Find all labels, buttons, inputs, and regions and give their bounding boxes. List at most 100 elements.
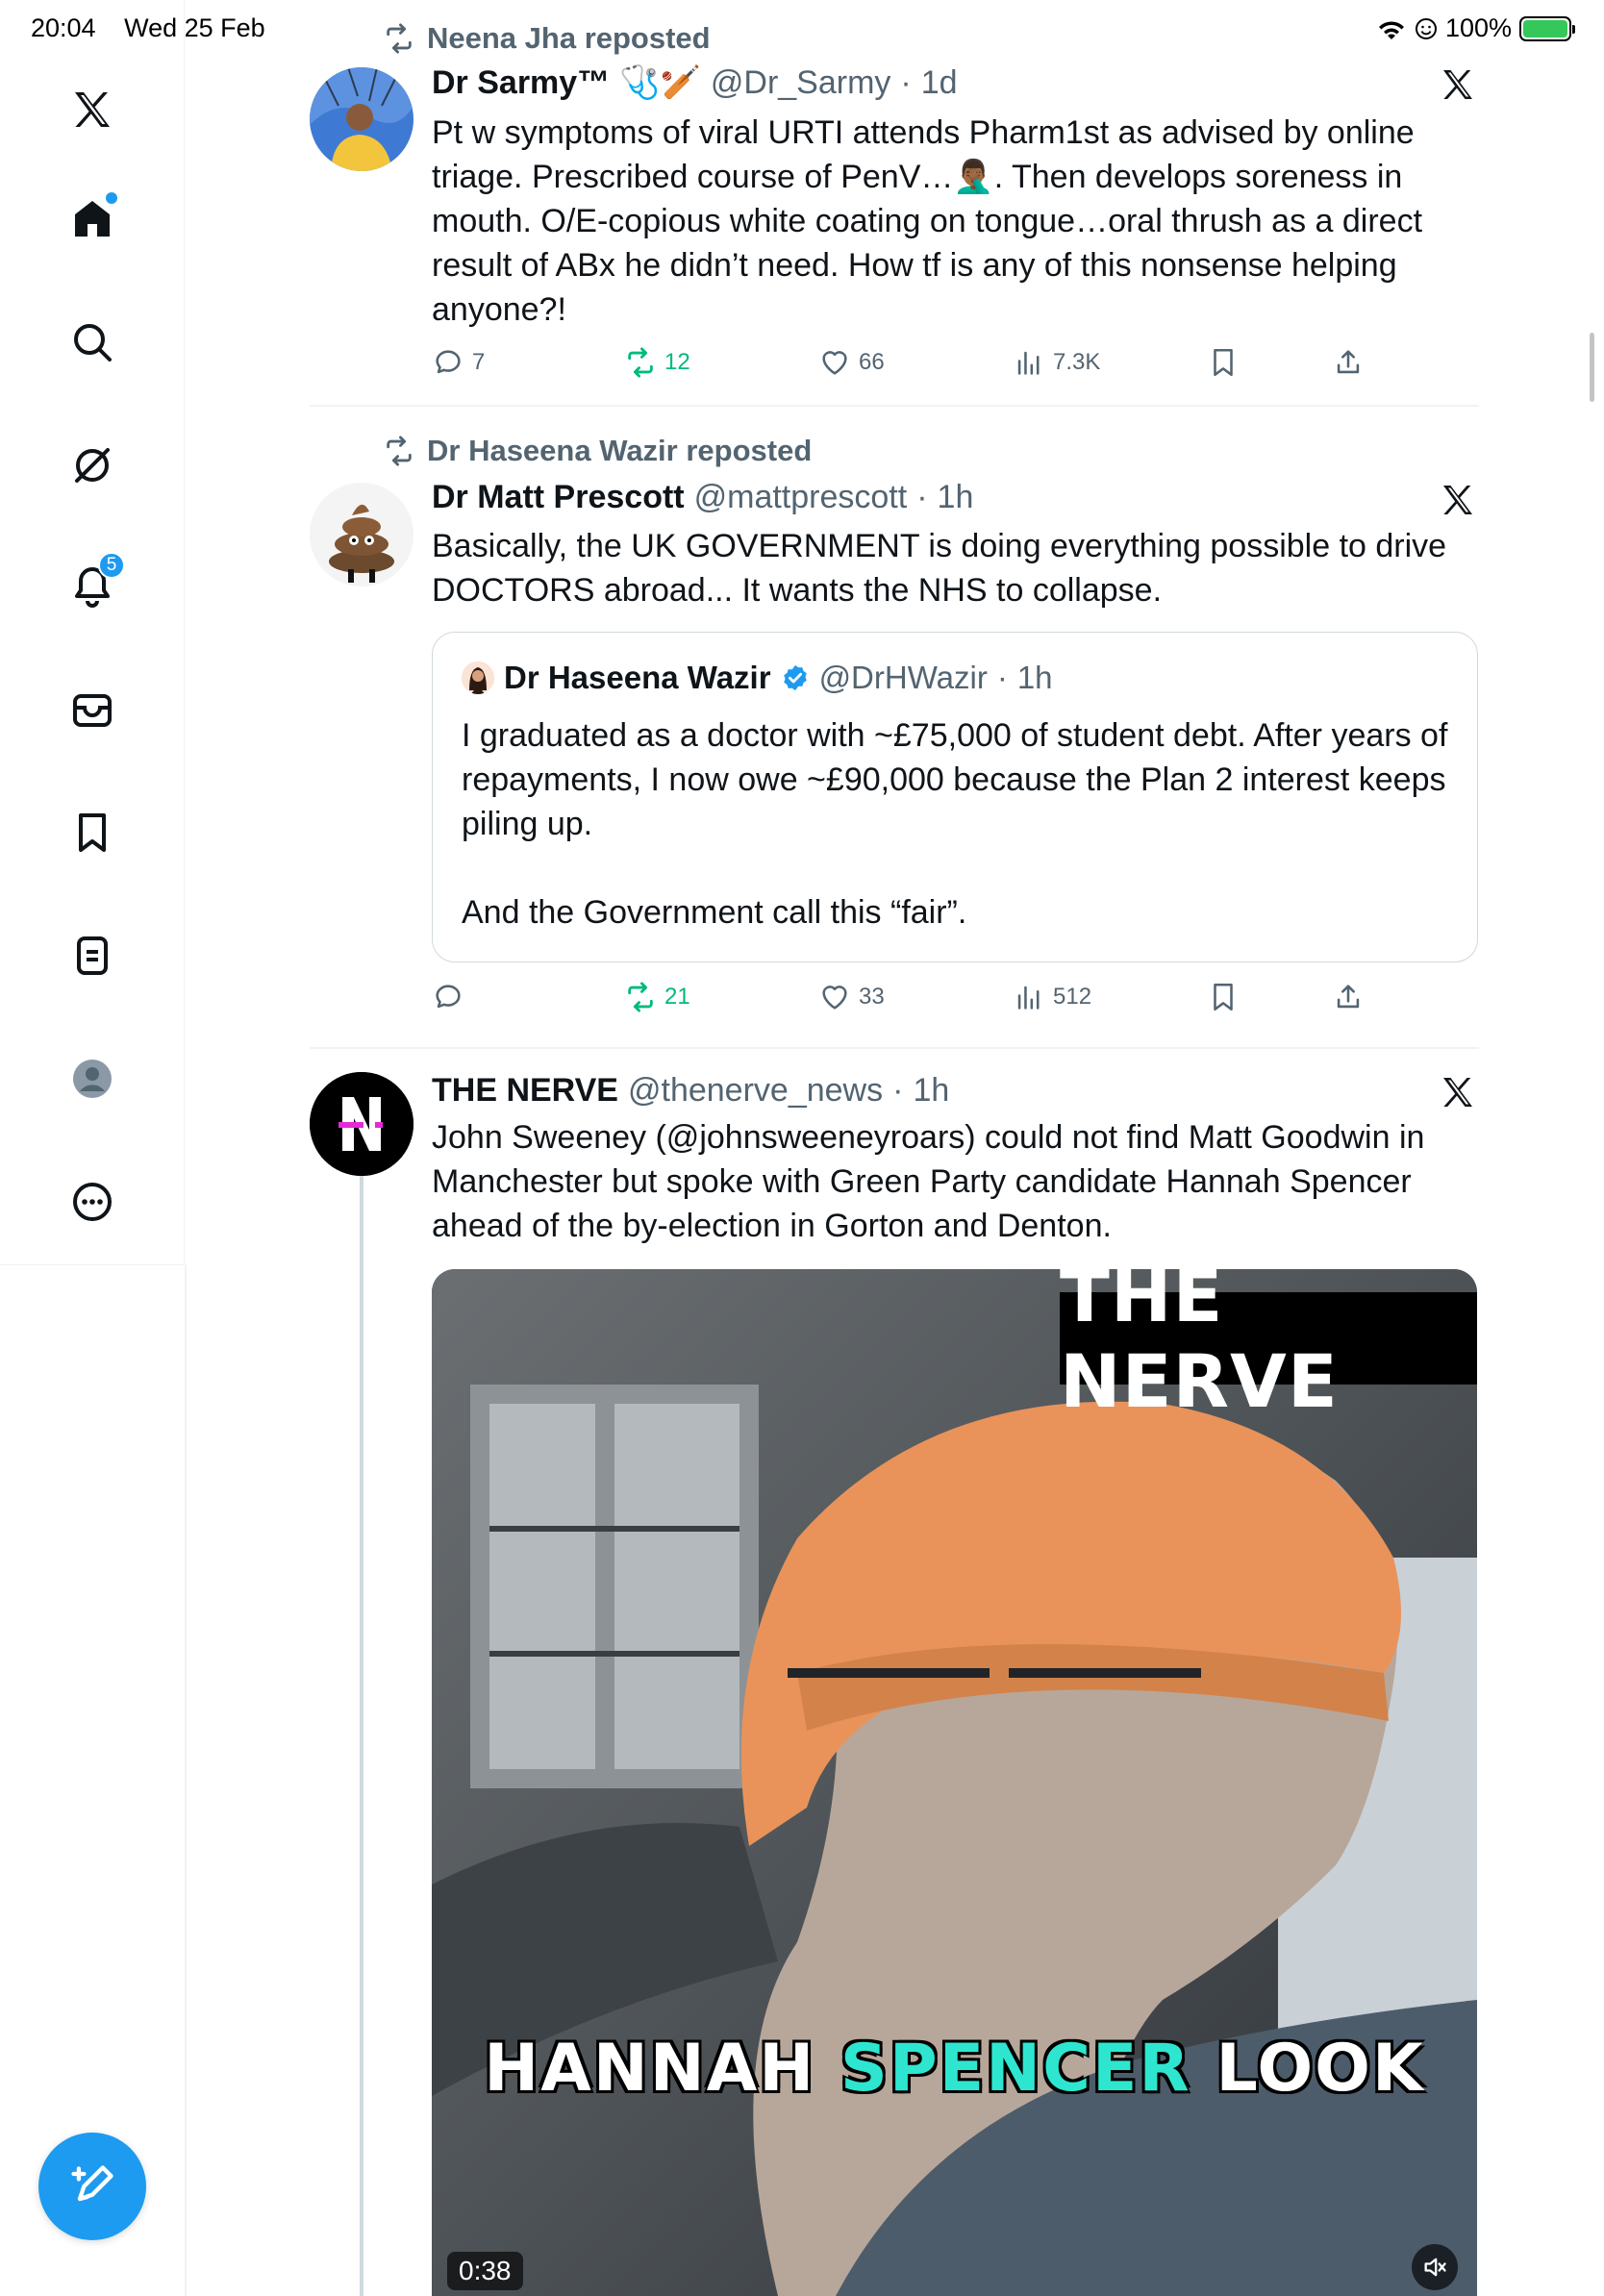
wifi-icon	[1378, 20, 1404, 39]
avatar[interactable]	[310, 1072, 414, 1176]
video-player[interactable]: THE NERVE HANNAH SPENCER LOOK 0:38	[432, 1269, 1477, 2296]
post-text: Basically, the UK GOVERNMENT is doing ev…	[432, 528, 1456, 609]
repost-indicator: Neena Jha reposted	[383, 21, 711, 56]
home-notification-dot	[106, 192, 117, 204]
video-watermark: THE NERVE	[1060, 1269, 1477, 1424]
bookmark-icon	[1214, 348, 1233, 377]
bookmark-button[interactable]	[1207, 981, 1240, 1013]
video-duration: 0:38	[447, 2252, 523, 2290]
reply-button[interactable]	[432, 981, 472, 1013]
repost-icon	[387, 436, 412, 466]
like-button[interactable]: 66	[818, 346, 885, 379]
more-icon[interactable]	[54, 1163, 131, 1240]
lists-icon[interactable]	[54, 917, 131, 994]
share-icon	[1337, 985, 1360, 1009]
views-count: 512	[1053, 984, 1092, 1010]
notifications-bell-icon[interactable]: 5	[54, 548, 131, 625]
quoted-post-time: 1h	[1016, 660, 1053, 695]
heart-icon	[822, 351, 847, 375]
author-name[interactable]: THE NERVE	[432, 1072, 618, 1110]
repost-button[interactable]: 21	[624, 981, 690, 1013]
mute-button[interactable]	[1412, 2244, 1458, 2290]
post-header: Dr Matt Prescott @mattprescott · 1h	[432, 479, 974, 516]
compose-feather-icon	[71, 2165, 113, 2202]
quoted-author-name: Dr Haseena Wazir	[504, 660, 771, 695]
reply-count: 7	[472, 349, 486, 375]
x-logo-icon	[1443, 70, 1472, 99]
views-count: 7.3K	[1053, 349, 1101, 375]
status-bar-right: 100%	[1376, 13, 1575, 43]
repost-label: Dr Haseena Wazir reposted	[427, 434, 813, 467]
thread-line	[360, 1173, 363, 2296]
repost-count: 12	[664, 349, 690, 375]
author-name[interactable]: Dr Sarmy™	[432, 64, 610, 102]
sidebar: 5	[0, 0, 185, 1265]
avatar	[462, 661, 494, 694]
author-name[interactable]: Dr Matt Prescott	[432, 479, 685, 516]
heart-icon	[822, 986, 847, 1010]
repost-count: 21	[664, 984, 690, 1010]
share-button[interactable]	[1332, 981, 1365, 1013]
author-handle[interactable]: @mattprescott	[694, 479, 908, 516]
bookmarks-icon[interactable]	[54, 794, 131, 871]
notifications-badge: 5	[98, 552, 125, 579]
repost-icon	[387, 23, 412, 54]
views-chart-icon	[1017, 986, 1040, 1010]
avatar[interactable]	[310, 67, 414, 171]
avatar[interactable]	[310, 483, 414, 586]
x-logo-icon[interactable]	[54, 71, 131, 148]
like-count: 66	[859, 349, 885, 375]
repost-label: Neena Jha reposted	[427, 21, 711, 55]
post-actions: 7 12 66 7.3K	[432, 346, 1480, 388]
share-button[interactable]	[1332, 346, 1365, 379]
post-time[interactable]: 1d	[921, 64, 958, 102]
post-header: Dr Sarmy™ 🩺🏏 @Dr_Sarmy · 1d	[432, 63, 958, 102]
reply-icon	[436, 985, 461, 1009]
speaker-muted-icon	[1424, 2258, 1446, 2277]
sidebar-divider	[185, 1265, 187, 2296]
quoted-author-handle: @DrHWazir	[818, 660, 988, 695]
views-chart-icon	[1017, 351, 1040, 375]
battery-icon	[1519, 15, 1575, 41]
grok-icon[interactable]	[54, 427, 131, 504]
bookmark-icon	[1214, 983, 1233, 1011]
post-header: THE NERVE @thenerve_news · 1h	[432, 1072, 950, 1110]
messages-icon[interactable]	[54, 671, 131, 748]
post-time[interactable]: 1h	[913, 1072, 949, 1110]
views-button[interactable]: 7.3K	[1013, 346, 1100, 379]
post-time[interactable]: 1h	[938, 479, 974, 516]
battery-percent: 100%	[1444, 13, 1512, 42]
post-actions: 21 33 512	[432, 981, 1480, 1023]
like-button[interactable]: 33	[818, 981, 885, 1013]
search-icon[interactable]	[54, 304, 131, 381]
quoted-post[interactable]: Dr Haseena Wazir @DrHWazir · 1h I gradua…	[432, 632, 1478, 962]
compose-button[interactable]	[38, 2133, 146, 2240]
scroll-indicator[interactable]	[1590, 333, 1594, 402]
home-icon[interactable]	[54, 181, 131, 258]
post-divider	[310, 405, 1479, 407]
reply-button[interactable]: 7	[432, 346, 485, 379]
quoted-post-text: I graduated as a doctor with ~£75,000 of…	[462, 717, 1448, 931]
verified-badge-icon	[783, 664, 807, 691]
x-logo-icon	[1443, 486, 1472, 514]
x-logo-icon	[1443, 1078, 1472, 1107]
views-button[interactable]: 512	[1013, 981, 1091, 1013]
caption-word-3: LOOK	[1216, 2031, 1425, 2107]
video-caption: HANNAH SPENCER LOOK	[432, 2031, 1477, 2107]
share-icon	[1337, 350, 1360, 374]
profile-avatar-icon[interactable]	[54, 1040, 131, 1117]
bookmark-button[interactable]	[1207, 346, 1240, 379]
quoted-post-header: Dr Haseena Wazir @DrHWazir · 1h	[462, 660, 1053, 696]
repost-icon	[628, 347, 653, 378]
caption-word-1: HANNAH	[484, 2031, 816, 2107]
like-count: 33	[859, 984, 885, 1010]
post-divider	[310, 1047, 1479, 1049]
post-text: Pt w symptoms of viral URTI attends Phar…	[432, 114, 1432, 328]
author-handle[interactable]: @Dr_Sarmy	[711, 64, 891, 102]
focus-icon	[1415, 17, 1437, 39]
post-text: John Sweeney (@johnsweeneyroars) could n…	[432, 1119, 1434, 1244]
author-emoji: 🩺🏏	[619, 64, 701, 101]
caption-word-2: SPENCER	[840, 2031, 1191, 2107]
author-handle[interactable]: @thenerve_news	[628, 1072, 883, 1110]
repost-button[interactable]: 12	[624, 346, 690, 379]
